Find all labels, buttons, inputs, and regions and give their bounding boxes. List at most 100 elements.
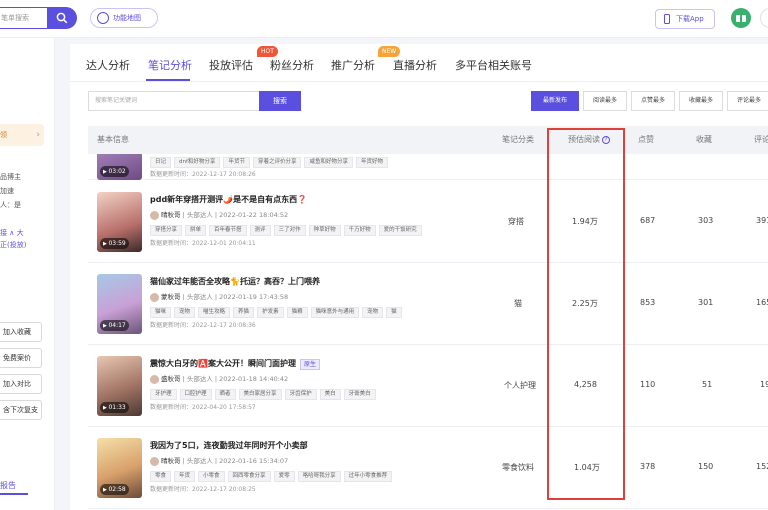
table-row[interactable]: 01:33 震惊大白牙的🅰️案大公开！瞬间门面护理原生 盛秋哥 | 头部达人 |… — [88, 345, 768, 427]
collects-count: 51 — [702, 380, 713, 389]
author-name[interactable]: 晴秋哥 — [161, 457, 181, 465]
tab-note-analysis[interactable]: 笔记分析 — [148, 57, 192, 73]
note-tags: 牙护理 口腔护理 晒者 美白家居分享 牙齿保护 美白 牙膏美白 — [150, 388, 379, 400]
comments-count: 165 — [756, 298, 768, 307]
note-category: 个人护理 — [504, 381, 536, 390]
top-bar: 笔单搜索 功能地图 下载App — [0, 0, 768, 38]
tag: 种草好物 — [308, 225, 341, 236]
phone-icon — [664, 14, 670, 24]
note-title[interactable]: pdd新年穿搭开测评🌶️是不是自有点东西❓ — [150, 194, 307, 205]
analysis-tabs: 达人分析 笔记分析 投放评估 粉丝分析 推广分析 直播分析 多平台相关账号 HO… — [70, 44, 768, 82]
update-time: 数据更新时间：2022-12-01 20:04:11 — [150, 240, 256, 247]
note-title-text: 震惊大白牙的🅰️案大公开！瞬间门面护理 — [150, 359, 296, 368]
tag: 宠物 — [362, 307, 384, 318]
tag: 穿搭分享 — [150, 225, 183, 236]
search-input[interactable]: 笔单搜索 — [0, 7, 48, 29]
publish-time: 2022-01-16 15:34:07 — [219, 457, 289, 465]
function-map-label: 功能地图 — [113, 14, 141, 22]
note-thumbnail[interactable]: 03:02 — [97, 154, 142, 180]
note-keyword-input[interactable]: 搜索笔记关键词 — [88, 91, 259, 111]
author-avatar — [150, 292, 159, 302]
sidebar-link[interactable]: 接 ∧ 大 — [0, 228, 24, 238]
tab-campaign-eval[interactable]: 投放评估 — [209, 57, 253, 73]
function-map-button[interactable]: 功能地图 — [90, 8, 158, 28]
table-row[interactable]: 02:58 我因为了5口，连夜勤我过年同时开个小卖部 晴秋哥 | 头部达人 | … — [88, 427, 768, 509]
avatar[interactable] — [760, 8, 768, 28]
map-icon — [97, 12, 109, 24]
header-category: 笔记分类 — [502, 135, 534, 144]
tag: 零食 — [150, 471, 172, 482]
update-time: 数据更新时间：2022-12-17 20:08:36 — [150, 322, 256, 329]
note-tags: 猫咪 宠物 喵生攻略 养猫 护发素 猫粮 猫咪意外与通用 宠物猫 — [150, 306, 405, 318]
sidebar-action-button[interactable]: 含下次复支 — [0, 400, 42, 420]
table-row[interactable]: 04:17 猫仙家过年能否全攻略🐈托运？高吞？上门喂养 蒙秋哥 | 头部达人 |… — [88, 263, 768, 345]
add-favorite-button[interactable]: 加入收藏 — [0, 322, 42, 342]
note-meta: 盛秋哥 | 头部达人 | 2022-01-18 14:40:42 — [150, 373, 288, 384]
tab-talent-analysis[interactable]: 达人分析 — [86, 57, 130, 73]
tab-multi-platform[interactable]: 多平台相关账号 — [455, 57, 532, 73]
tag: 测评 — [249, 225, 271, 236]
author-name[interactable]: 蒙秋哥 — [161, 293, 181, 301]
hot-badge: HOT — [257, 46, 278, 57]
note-tags: 穿搭分享 拼单 百年春节搭 测评 三了对作 种草好物 千万好物 爱的干饭研究 — [150, 224, 425, 236]
tag: 晒者 — [214, 389, 236, 400]
note-thumbnail[interactable]: 02:58 — [97, 438, 142, 498]
tag: 年货好物 — [355, 157, 388, 168]
header-collects[interactable]: 收藏 — [696, 126, 712, 154]
author-avatar — [150, 374, 159, 384]
tab-live-analysis[interactable]: 直播分析 — [393, 57, 437, 73]
add-compare-button[interactable]: 加入对比 — [0, 374, 42, 394]
tag: 穿着之评价分享 — [252, 157, 302, 168]
video-duration: 01:33 — [100, 402, 129, 413]
sort-most-read[interactable]: 阅读最多 — [583, 91, 627, 111]
sort-most-commented[interactable]: 评论最多 — [727, 91, 768, 111]
collects-count: 301 — [698, 298, 714, 307]
sidebar-link[interactable]: 正(投放) — [0, 240, 26, 250]
free-quote-button[interactable]: 免费案价 — [0, 348, 42, 368]
video-duration: 02:58 — [100, 484, 129, 495]
header-comments[interactable]: 评论 — [754, 126, 768, 154]
sort-most-liked[interactable]: 点赞最多 — [631, 91, 675, 111]
note-title[interactable]: 我因为了5口，连夜勤我过年同时开个小卖部 — [150, 440, 308, 451]
note-thumbnail[interactable]: 01:33 — [97, 356, 142, 416]
tag: dnf和好物分享 — [174, 157, 221, 168]
search-button[interactable] — [47, 7, 77, 29]
tag: 牙膏美白 — [343, 389, 376, 400]
tag: 美白 — [319, 389, 341, 400]
sidebar-report-link[interactable]: 报告 — [0, 480, 16, 491]
comments-count: 391 — [756, 216, 768, 225]
note-title[interactable]: 震惊大白牙的🅰️案大公开！瞬间门面护理 原生 — [150, 358, 320, 370]
tag: 护发素 — [257, 307, 284, 318]
tag: 咯哈呀我分享 — [297, 471, 341, 482]
tag: 拼单 — [185, 225, 207, 236]
sort-latest[interactable]: 最新发布 — [531, 91, 579, 111]
collects-count: 303 — [698, 216, 714, 225]
gift-icon[interactable] — [731, 8, 751, 28]
tag: 百年春节搭 — [209, 225, 247, 236]
tab-fans-analysis[interactable]: 粉丝分析 — [270, 57, 314, 73]
table-row[interactable]: 03:59 pdd新年穿搭开测评🌶️是不是自有点东西❓ 晴秋哥 | 头部达人 |… — [88, 181, 768, 263]
author-avatar — [150, 210, 159, 220]
tag: 养猫 — [233, 307, 255, 318]
author-level: 头部达人 — [186, 211, 213, 219]
tab-promo-analysis[interactable]: 推广分析 — [331, 57, 375, 73]
sidebar-promo[interactable]: 领 › — [0, 124, 44, 146]
sidebar: 领 › 品博主 加速 人：是 接 ∧ 大 正(投放) 加入收藏 免费案价 加入对… — [0, 38, 55, 510]
note-thumbnail[interactable]: 03:59 — [97, 192, 142, 252]
header-likes[interactable]: 点赞 — [638, 126, 654, 154]
note-thumbnail[interactable]: 04:17 — [97, 274, 142, 334]
sort-most-collected[interactable]: 收藏最多 — [679, 91, 723, 111]
main-panel: 达人分析 笔记分析 投放评估 粉丝分析 推广分析 直播分析 多平台相关账号 HO… — [70, 44, 768, 510]
author-name[interactable]: 晴秋哥 — [161, 211, 181, 219]
note-meta: 蒙秋哥 | 头部达人 | 2022-01-19 17:43:58 — [150, 291, 288, 302]
tag: 牙护理 — [150, 389, 177, 400]
note-search-button[interactable]: 搜索 — [259, 91, 301, 111]
sidebar-promo-label: 领 — [0, 131, 7, 139]
author-avatar — [150, 456, 159, 466]
note-title[interactable]: 猫仙家过年能否全攻略🐈托运？高吞？上门喂养 — [150, 276, 320, 287]
collects-count: 150 — [698, 462, 714, 471]
author-name[interactable]: 盛秋哥 — [161, 375, 181, 383]
tag: 爱零 — [273, 471, 295, 482]
table-row[interactable]: 03:02 日记dnf和好物分享年货节穿着之评价分享咸鱼和好物分享年货好物 数据… — [88, 154, 768, 180]
download-app-button[interactable]: 下载App — [655, 9, 715, 29]
